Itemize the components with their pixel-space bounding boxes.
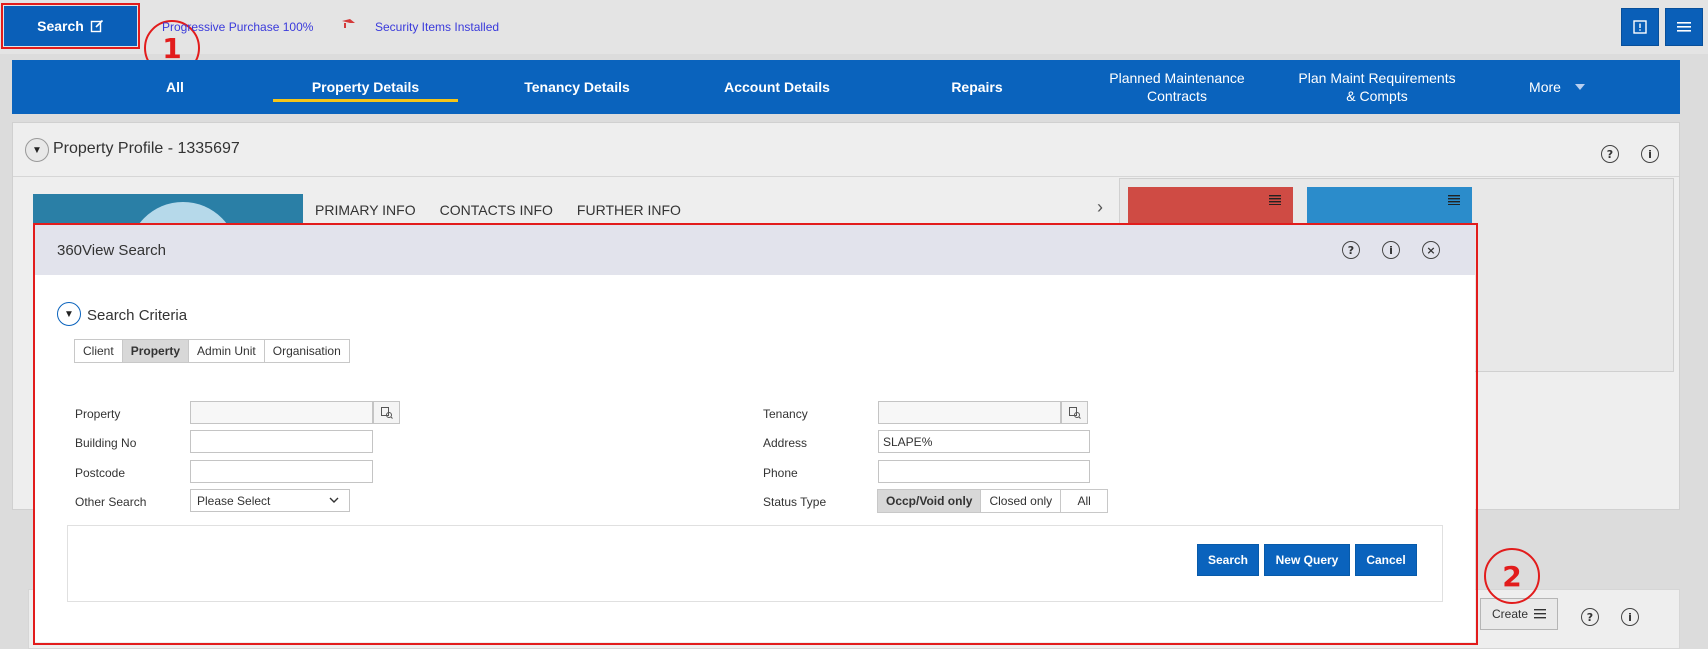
other-search-value: Please Select <box>197 494 271 508</box>
property-lookup-button[interactable] <box>373 401 400 424</box>
info-icon[interactable]: i <box>1382 241 1400 259</box>
callout-2: 2 <box>1484 548 1540 604</box>
phone-label: Phone <box>763 466 798 480</box>
progressive-purchase-link[interactable]: Progressive Purchase 100% <box>162 20 313 34</box>
close-icon[interactable]: × <box>1422 241 1440 259</box>
other-search-select[interactable]: Please Select <box>190 489 350 512</box>
nav-more[interactable]: More <box>1512 60 1602 114</box>
hamburger-icon <box>1534 609 1547 619</box>
caret-down-icon <box>1574 84 1585 90</box>
nav-planreq-line2: & Compts <box>1346 88 1408 104</box>
tab-client[interactable]: Client <box>74 339 123 363</box>
alert-icon <box>1633 20 1647 34</box>
help-icon[interactable]: ? <box>1342 241 1360 259</box>
nav-account-details[interactable]: Account Details <box>702 60 852 114</box>
dialog-header: 360View Search ? i × <box>35 225 1475 275</box>
hamburger-icon <box>1677 22 1691 32</box>
top-bar: Search 1 Progressive Purchase 100% Secur… <box>0 0 1708 76</box>
tab-further-info[interactable]: FURTHER INFO <box>565 193 693 227</box>
summary-card-blue <box>1307 187 1472 227</box>
lookup-icon <box>1068 406 1081 419</box>
dialog-title: 360View Search <box>57 242 166 259</box>
nav-planned-maintenance[interactable]: Planned Maintenance Contracts <box>1082 60 1272 114</box>
lookup-icon <box>380 406 393 419</box>
status-closed[interactable]: Closed only <box>980 489 1062 513</box>
collapse-profile-button[interactable]: ▼ <box>25 138 49 162</box>
criteria-title: Search Criteria <box>87 307 188 324</box>
main-menu-button[interactable] <box>1665 8 1703 46</box>
other-search-label: Other Search <box>75 495 147 509</box>
panel-header: ▼ Property Profile - 1335697 ? i <box>13 123 1679 177</box>
help-icon[interactable]: ? <box>1581 608 1599 626</box>
postcode-label: Postcode <box>75 466 126 480</box>
property-label: Property <box>75 407 121 421</box>
card-menu-icon[interactable] <box>1448 195 1460 205</box>
tab-admin-unit[interactable]: Admin Unit <box>188 339 265 363</box>
alarm-icon <box>342 19 355 28</box>
property-avatar <box>128 202 238 224</box>
info-icon[interactable]: i <box>1641 145 1659 163</box>
search-button[interactable]: Search <box>1197 544 1259 576</box>
tab-primary-info[interactable]: PRIMARY INFO <box>303 193 428 227</box>
property-input[interactable] <box>190 401 373 424</box>
nav-planned-line1: Planned Maintenance <box>1109 70 1245 86</box>
security-items-link[interactable]: Security Items Installed <box>375 20 499 34</box>
new-query-button[interactable]: New Query <box>1264 544 1350 576</box>
chevron-right-icon[interactable]: › <box>1097 197 1103 218</box>
address-label: Address <box>763 436 808 450</box>
nav-property-details[interactable]: Property Details <box>273 60 458 114</box>
building-no-input[interactable] <box>190 430 373 453</box>
profile-title: Property Profile - 1335697 <box>53 140 240 157</box>
main-nav: All Property Details Tenancy Details Acc… <box>12 60 1680 114</box>
status-all[interactable]: All <box>1060 489 1109 513</box>
nav-all[interactable]: All <box>122 60 228 114</box>
tab-property[interactable]: Property <box>121 339 190 363</box>
cancel-button[interactable]: Cancel <box>1355 544 1417 576</box>
address-input[interactable]: SLAPE% <box>878 430 1090 453</box>
postcode-input[interactable] <box>190 460 373 483</box>
status-type-group: Occp/Void only Closed only All <box>877 489 1109 513</box>
collapse-criteria-button[interactable]: ▼ <box>57 302 81 326</box>
nav-more-label: More <box>1529 79 1561 95</box>
property-image <box>33 194 303 224</box>
info-icon[interactable]: i <box>1621 608 1639 626</box>
summary-card-red <box>1128 187 1293 227</box>
search-dialog: 360View Search ? i × ▼ Search Criteria C… <box>35 225 1475 642</box>
nav-planned-line2: Contracts <box>1147 88 1207 104</box>
nav-tenancy-details[interactable]: Tenancy Details <box>502 60 652 114</box>
help-icon[interactable]: ? <box>1601 145 1619 163</box>
nav-planreq-line1: Plan Maint Requirements <box>1298 70 1456 86</box>
alert-button[interactable] <box>1621 8 1659 46</box>
nav-repairs[interactable]: Repairs <box>912 60 1042 114</box>
create-label: Create <box>1491 607 1529 621</box>
profile-subtabs: PRIMARY INFO CONTACTS INFO FURTHER INFO <box>303 193 693 227</box>
search-highlight-box <box>1 3 140 49</box>
card-menu-icon[interactable] <box>1269 195 1281 205</box>
tenancy-input[interactable] <box>878 401 1061 424</box>
phone-input[interactable] <box>878 460 1090 483</box>
status-occp-void[interactable]: Occp/Void only <box>877 489 982 513</box>
tenancy-lookup-button[interactable] <box>1061 401 1088 424</box>
chevron-down-icon <box>329 497 339 503</box>
tab-contacts-info[interactable]: CONTACTS INFO <box>428 193 565 227</box>
tenancy-label: Tenancy <box>763 407 808 421</box>
nav-plan-maint-requirements[interactable]: Plan Maint Requirements & Compts <box>1282 60 1472 114</box>
building-no-label: Building No <box>75 436 137 450</box>
search-type-tabs: Client Property Admin Unit Organisation <box>74 339 350 363</box>
tab-organisation[interactable]: Organisation <box>263 339 350 363</box>
status-type-label: Status Type <box>763 495 827 509</box>
